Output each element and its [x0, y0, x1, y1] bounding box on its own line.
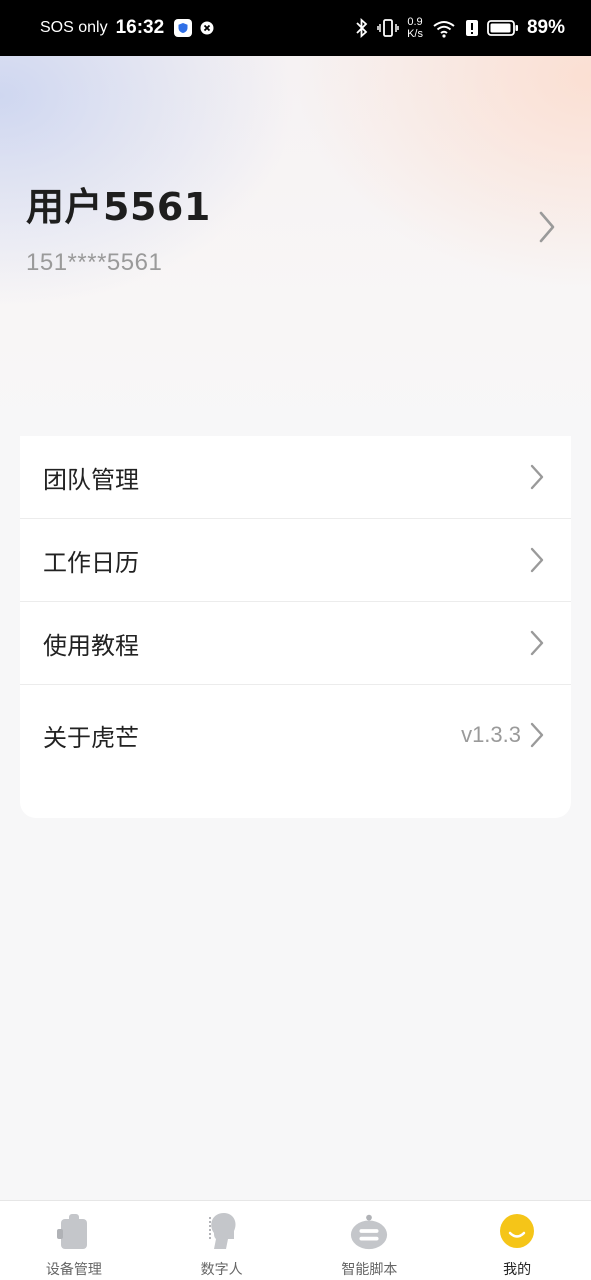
chevron-right-icon	[530, 630, 544, 656]
menu-item-tutorial[interactable]: 使用教程	[20, 602, 571, 685]
chevron-right-icon	[530, 722, 544, 748]
menu-label: 工作日历	[43, 548, 139, 577]
chevron-right-icon	[530, 547, 544, 573]
nav-label: 设备管理	[45, 1262, 102, 1278]
menu-label: 使用教程	[43, 631, 139, 660]
menu-label: 关于虎芒	[43, 723, 139, 752]
chevron-right-icon[interactable]	[537, 210, 557, 244]
nav-label: 智能脚本	[341, 1262, 398, 1278]
menu-label: 团队管理	[43, 465, 139, 494]
bluetooth-icon	[356, 18, 368, 38]
menu-item-about[interactable]: 关于虎芒 v1.3.3	[20, 685, 571, 785]
nav-item-devices[interactable]: 设备管理	[0, 1201, 148, 1280]
page: SOS only 16:32 0.9 K/s 89% 用户5561 151***…	[0, 0, 591, 1280]
vibrate-icon	[377, 19, 399, 37]
network-speed: 0.9 K/s	[407, 16, 423, 40]
speed-value: 0.9	[407, 16, 423, 28]
wifi-icon	[433, 21, 455, 38]
chevron-right-icon	[530, 464, 544, 490]
robot-script-icon	[349, 1211, 389, 1251]
battery-percent: 89%	[526, 17, 565, 38]
digital-human-icon	[202, 1211, 242, 1251]
close-badge-icon	[200, 21, 214, 35]
nav-label: 我的	[503, 1262, 532, 1278]
speed-unit: K/s	[407, 28, 423, 40]
menu-item-team-management[interactable]: 团队管理	[20, 436, 571, 519]
nav-item-mine[interactable]: 我的	[443, 1201, 591, 1280]
nav-label: 数字人	[200, 1262, 243, 1278]
user-name: 用户5561	[26, 185, 211, 229]
alert-icon	[465, 20, 478, 36]
device-icon	[54, 1211, 94, 1251]
menu-card: 团队管理 工作日历 使用教程 关于虎芒 v1.3.3	[20, 436, 571, 818]
status-bar: SOS only 16:32 0.9 K/s 89%	[0, 0, 591, 56]
nav-item-digital-human[interactable]: 数字人	[148, 1201, 296, 1280]
smile-icon	[497, 1211, 537, 1251]
carrier-text: SOS only	[40, 19, 108, 36]
shield-icon	[174, 19, 193, 37]
menu-item-work-calendar[interactable]: 工作日历	[20, 519, 571, 602]
clock: 16:32	[115, 17, 165, 38]
version-text: v1.3.3	[461, 722, 521, 747]
profile-header[interactable]: 用户5561 151****5561	[0, 56, 591, 436]
nav-item-smart-script[interactable]: 智能脚本	[296, 1201, 444, 1280]
bottom-nav: 设备管理 数字人 智能脚本 我的	[0, 1200, 591, 1280]
battery-icon	[487, 20, 518, 36]
user-phone: 151****5561	[26, 249, 163, 276]
